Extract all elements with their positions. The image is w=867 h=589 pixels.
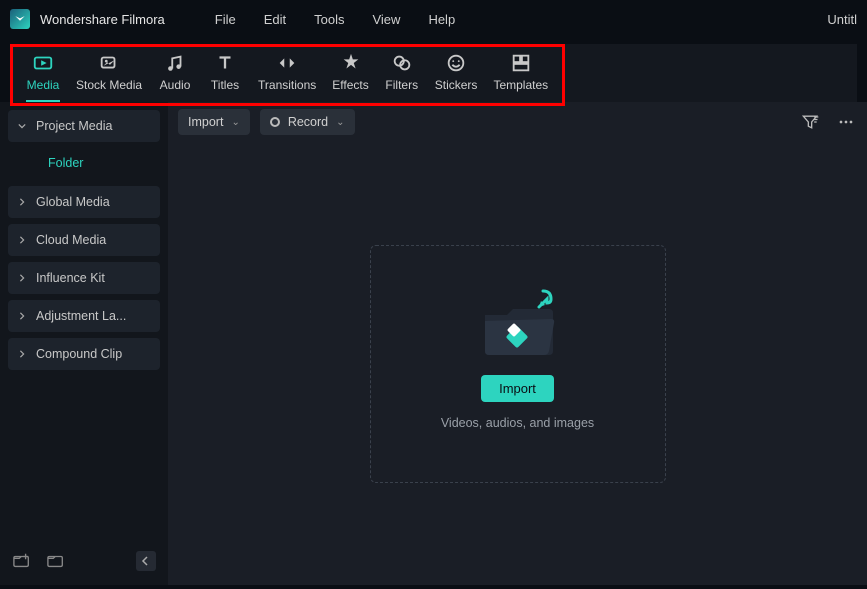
audio-icon xyxy=(164,52,186,74)
sidebar-label: Global Media xyxy=(36,195,110,209)
tab-templates[interactable]: Templates xyxy=(485,50,556,98)
sidebar-label: Adjustment La... xyxy=(36,309,126,323)
sidebar-item-adjustment-layer[interactable]: Adjustment La... xyxy=(8,300,160,332)
tab-effects[interactable]: Effects xyxy=(324,50,376,98)
sidebar-label: Project Media xyxy=(36,119,112,133)
chevron-down-icon: ⌄ xyxy=(336,117,344,128)
sidebar-item-cloud-media[interactable]: Cloud Media xyxy=(8,224,160,256)
sidebar-item-compound-clip[interactable]: Compound Clip xyxy=(8,338,160,370)
tab-label: Media xyxy=(27,78,60,92)
sidebar-item-influence-kit[interactable]: Influence Kit xyxy=(8,262,160,294)
tab-label: Effects xyxy=(332,78,368,92)
dropzone-hint: Videos, audios, and images xyxy=(441,416,594,430)
effects-icon xyxy=(340,52,362,74)
record-label: Record xyxy=(288,115,328,129)
menu-view[interactable]: View xyxy=(372,12,400,27)
sidebar-label: Folder xyxy=(48,156,83,170)
menu-edit[interactable]: Edit xyxy=(264,12,286,27)
folder-illustration xyxy=(479,297,557,361)
chevron-right-icon xyxy=(18,312,26,320)
record-icon xyxy=(270,117,280,127)
chevron-right-icon xyxy=(18,274,26,282)
download-arrow-icon xyxy=(531,289,555,313)
chevron-right-icon xyxy=(18,236,26,244)
tab-label: Transitions xyxy=(258,78,316,92)
content-panel: Import ⌄ Record ⌄ xyxy=(168,102,867,585)
import-label: Import xyxy=(188,115,223,129)
import-dropzone[interactable]: Import Videos, audios, and images xyxy=(370,245,666,483)
stickers-icon xyxy=(445,52,467,74)
import-dropdown[interactable]: Import ⌄ xyxy=(178,109,250,135)
chevron-down-icon xyxy=(18,122,26,130)
tab-audio[interactable]: Audio xyxy=(150,50,200,98)
tab-stock-media[interactable]: Stock Media xyxy=(68,50,150,98)
tab-stickers[interactable]: Stickers xyxy=(427,50,486,98)
menu-tools[interactable]: Tools xyxy=(314,12,344,27)
window-title: Untitl xyxy=(827,12,857,27)
chevron-right-icon xyxy=(18,198,26,206)
tab-label: Templates xyxy=(493,78,548,92)
templates-icon xyxy=(510,52,532,74)
sidebar-label: Cloud Media xyxy=(36,233,106,247)
media-icon xyxy=(32,52,54,74)
titles-icon xyxy=(214,52,236,74)
sidebar-item-global-media[interactable]: Global Media xyxy=(8,186,160,218)
app-name: Wondershare Filmora xyxy=(40,12,165,27)
collapse-sidebar-button[interactable] xyxy=(136,551,156,571)
tab-label: Titles xyxy=(211,78,239,92)
tab-titles[interactable]: Titles xyxy=(200,50,250,98)
tab-toolbar: Media Stock Media Audio Titles Transitio… xyxy=(10,44,857,102)
tab-label: Audio xyxy=(160,78,191,92)
tab-transitions[interactable]: Transitions xyxy=(250,50,324,98)
app-logo xyxy=(10,9,30,29)
tab-label: Stock Media xyxy=(76,78,142,92)
sidebar-sub-folder[interactable]: Folder xyxy=(8,148,160,178)
sidebar-label: Influence Kit xyxy=(36,271,105,285)
sidebar: Project Media Folder Global Media Cloud … xyxy=(0,102,168,585)
filters-icon xyxy=(391,52,413,74)
tab-filters[interactable]: Filters xyxy=(377,50,427,98)
new-folder-icon[interactable] xyxy=(12,553,32,569)
stock-media-icon xyxy=(98,52,120,74)
import-button[interactable]: Import xyxy=(481,375,554,402)
menu-help[interactable]: Help xyxy=(428,12,455,27)
transitions-icon xyxy=(276,52,298,74)
chevron-down-icon: ⌄ xyxy=(231,117,239,128)
tab-label: Stickers xyxy=(435,78,478,92)
sidebar-label: Compound Clip xyxy=(36,347,122,361)
menu-file[interactable]: File xyxy=(215,12,236,27)
tab-label: Filters xyxy=(385,78,418,92)
chevron-right-icon xyxy=(18,350,26,358)
folder-icon[interactable] xyxy=(46,553,66,569)
sidebar-item-project-media[interactable]: Project Media xyxy=(8,110,160,142)
record-dropdown[interactable]: Record ⌄ xyxy=(260,109,355,135)
more-icon[interactable] xyxy=(835,111,857,133)
filter-icon[interactable] xyxy=(799,111,821,133)
tab-media[interactable]: Media xyxy=(18,50,68,98)
